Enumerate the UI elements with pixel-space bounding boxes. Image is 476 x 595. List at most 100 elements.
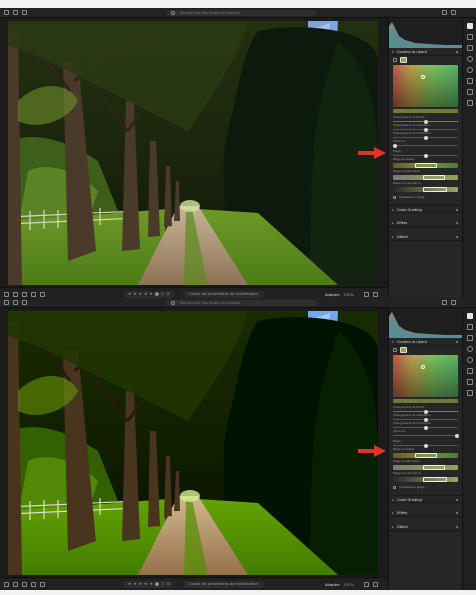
variance-slider[interactable]: Variance — [389, 430, 462, 438]
zoom-control[interactable]: Adapter 100% — [325, 291, 354, 298]
crop-icon[interactable] — [466, 324, 473, 330]
visibility-icon[interactable] — [456, 526, 458, 528]
slider-handle[interactable] — [424, 425, 428, 430]
more-icon[interactable] — [466, 100, 473, 106]
share-icon[interactable] — [451, 300, 456, 305]
hue-range-bar[interactable] — [393, 163, 458, 168]
color-field[interactable] — [393, 65, 458, 107]
range-window[interactable] — [423, 175, 445, 180]
color-marker[interactable] — [421, 75, 425, 79]
effects-header[interactable]: ▸ Effets — [389, 219, 462, 227]
hue-range-bar[interactable] — [393, 453, 458, 458]
sat-range-bar[interactable] — [393, 465, 458, 470]
sliders-icon[interactable] — [466, 313, 473, 319]
compare-view-icon[interactable] — [373, 292, 378, 297]
preset-icon[interactable] — [466, 89, 473, 95]
visibility-icon[interactable] — [456, 236, 458, 238]
import-icon[interactable] — [22, 10, 27, 15]
grid-icon[interactable] — [4, 292, 9, 297]
range-slider[interactable]: Plage — [389, 440, 462, 448]
range-window[interactable] — [423, 477, 447, 482]
mask-icon[interactable] — [466, 56, 473, 62]
variance-handle[interactable] — [455, 433, 459, 438]
point-color-header[interactable]: ▾ Couleur du point — [389, 338, 462, 346]
selected-color-swatch[interactable] — [400, 57, 407, 63]
grid-icon[interactable] — [4, 582, 9, 587]
slider-handle[interactable] — [424, 135, 428, 140]
lum-range-bar[interactable] — [393, 187, 458, 192]
range-slider[interactable]: Plage — [389, 150, 462, 158]
color-grading-header[interactable]: ▸ Color Grading — [389, 205, 462, 213]
selected-color-swatch[interactable] — [400, 347, 407, 353]
share-icon[interactable] — [451, 10, 456, 15]
window-icon[interactable] — [13, 300, 18, 305]
lum-range-bar[interactable] — [393, 477, 458, 482]
history-icon[interactable] — [466, 368, 473, 374]
slider-handle[interactable] — [424, 409, 428, 414]
photo-canvas[interactable] — [8, 311, 378, 575]
sort-icon[interactable] — [40, 582, 45, 587]
rating-stars[interactable]: ★ ★ ★ ★ ★ ⬤ ⓘ ⊞ — [124, 291, 175, 298]
variance-handle[interactable] — [393, 143, 397, 148]
import-icon[interactable] — [22, 300, 27, 305]
more-icon[interactable] — [466, 390, 473, 396]
visibility-icon[interactable] — [456, 499, 458, 501]
preset-icon[interactable] — [466, 379, 473, 385]
photo-canvas[interactable] — [8, 21, 378, 285]
variance-slider[interactable]: Variance — [389, 140, 462, 148]
color-grading-header[interactable]: ▸ Color Grading — [389, 495, 462, 503]
versions-icon[interactable] — [364, 582, 369, 587]
hue-shift-slider[interactable]: Changement de teinte — [389, 406, 462, 414]
sort-icon[interactable] — [40, 292, 45, 297]
mask-icon[interactable] — [466, 346, 473, 352]
history-icon[interactable] — [466, 78, 473, 84]
lum-shift-slider[interactable]: Changement de luminance — [389, 422, 462, 430]
visualize-range-checkbox[interactable]: Visualiser la plage — [389, 194, 462, 201]
copy-settings-button[interactable]: Copier les paramètres de modification — [183, 291, 264, 298]
heal-icon[interactable] — [466, 335, 473, 341]
crop-icon[interactable] — [466, 34, 473, 40]
slider-handle[interactable] — [424, 417, 428, 422]
visibility-icon[interactable] — [456, 209, 458, 211]
eyedropper-icon[interactable] — [393, 348, 397, 352]
visibility-icon[interactable] — [456, 341, 458, 343]
hue-slider[interactable] — [393, 109, 458, 113]
sidebar-toggle-icon[interactable] — [4, 10, 9, 15]
checkbox-box[interactable] — [393, 196, 396, 199]
eyedropper-icon[interactable] — [393, 58, 397, 62]
people-icon[interactable] — [31, 292, 36, 297]
square-icon[interactable] — [13, 582, 18, 587]
redeye-icon[interactable] — [466, 67, 473, 73]
range-window[interactable] — [423, 465, 445, 470]
range-window[interactable] — [415, 163, 437, 168]
color-marker[interactable] — [421, 365, 425, 369]
search-input[interactable]: Rechercher des toutes les photos — [166, 300, 316, 306]
lum-shift-slider[interactable]: Changement de luminance — [389, 132, 462, 140]
hue-shift-slider[interactable]: Changement de teinte — [389, 116, 462, 124]
point-color-header[interactable]: ▾ Couleur du point — [389, 48, 462, 56]
visualize-range-checkbox[interactable]: Visualiser la plage — [389, 484, 462, 491]
rating-stars[interactable]: ★ ★ ★ ★ ★ ⬤ ⓘ ⊞ — [124, 581, 175, 588]
versions-icon[interactable] — [364, 292, 369, 297]
range-window[interactable] — [415, 453, 437, 458]
slider-handle[interactable] — [424, 153, 428, 158]
hue-slider[interactable] — [393, 399, 458, 403]
effects-header[interactable]: ▸ Effets — [389, 509, 462, 517]
slider-handle[interactable] — [424, 119, 428, 124]
copy-settings-button[interactable]: Copier les paramètres de modification — [183, 581, 264, 588]
visibility-icon[interactable] — [456, 512, 458, 514]
square-icon[interactable] — [13, 292, 18, 297]
sat-range-bar[interactable] — [393, 175, 458, 180]
sat-shift-slider[interactable]: Changement de saturation — [389, 414, 462, 422]
slider-handle[interactable] — [424, 443, 428, 448]
people-icon[interactable] — [31, 582, 36, 587]
range-window[interactable] — [423, 187, 447, 192]
slider-handle[interactable] — [424, 127, 428, 132]
detail-header[interactable]: ▸ Détail — [389, 523, 462, 531]
sliders-icon[interactable] — [466, 23, 473, 29]
visibility-icon[interactable] — [456, 51, 458, 53]
detail-header[interactable]: ▸ Détail — [389, 233, 462, 241]
redeye-icon[interactable] — [466, 357, 473, 363]
visibility-icon[interactable] — [456, 222, 458, 224]
checkbox-box[interactable] — [393, 486, 396, 489]
